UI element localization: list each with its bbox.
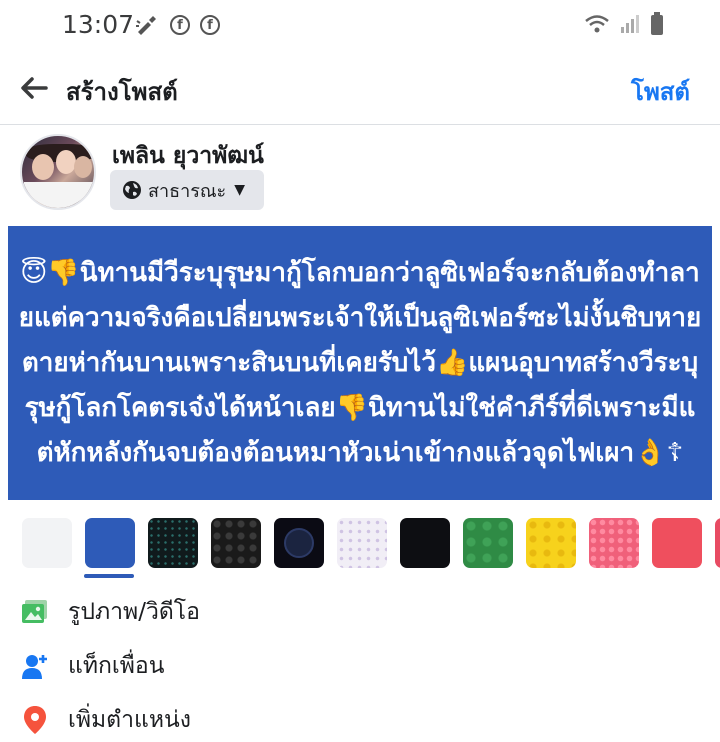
cleaning-icon bbox=[136, 16, 156, 35]
wifi-icon bbox=[585, 15, 609, 33]
post-button[interactable]: โพสต์ bbox=[631, 72, 690, 111]
status-time: 13:07 bbox=[62, 10, 135, 39]
privacy-label: สาธารณะ bbox=[148, 180, 227, 202]
background-swatch-green[interactable] bbox=[463, 518, 513, 568]
background-swatch-blue[interactable] bbox=[85, 518, 135, 568]
status-bar: 13:07 f f bbox=[0, 0, 720, 56]
background-swatch-light-pattern[interactable] bbox=[337, 518, 387, 568]
post-text-card[interactable]: 😇👎นิทานมีวีระบุรุษมากู้โลกบอกว่าลูซิเฟอร… bbox=[8, 226, 712, 500]
avatar[interactable] bbox=[20, 134, 96, 210]
background-picker bbox=[22, 518, 720, 570]
back-arrow-icon[interactable] bbox=[18, 72, 50, 104]
background-swatch-red[interactable] bbox=[652, 518, 702, 568]
page-title: สร้างโพสต์ bbox=[66, 78, 178, 106]
location-icon bbox=[20, 705, 50, 735]
selected-background-indicator bbox=[84, 574, 134, 578]
system-icons bbox=[584, 12, 664, 36]
background-swatch-dark-hearts[interactable] bbox=[211, 518, 261, 568]
action-add-location[interactable]: เพิ่มตำแหน่ง bbox=[20, 698, 191, 742]
background-swatch-pink-hearts[interactable] bbox=[589, 518, 639, 568]
post-text[interactable]: 😇👎นิทานมีวีระบุรุษมากู้โลกบอกว่าลูซิเฟอร… bbox=[18, 251, 702, 476]
compose-header: สร้างโพสต์ โพสต์ bbox=[0, 56, 720, 125]
facebook-icon: f bbox=[200, 15, 220, 35]
action-tag-friends[interactable]: แท็กเพื่อน bbox=[20, 644, 164, 688]
action-label: เพิ่มตำแหน่ง bbox=[68, 707, 191, 733]
facebook-icon: f bbox=[170, 15, 190, 35]
tag-friend-icon bbox=[20, 651, 50, 681]
signal-icon bbox=[621, 15, 639, 33]
notification-icons: f f bbox=[134, 12, 220, 38]
action-label: รูปภาพ/วิดีโอ bbox=[68, 599, 200, 625]
background-swatch-white[interactable] bbox=[22, 518, 72, 568]
background-swatch-more[interactable] bbox=[715, 518, 720, 568]
action-label: แท็กเพื่อน bbox=[68, 653, 165, 679]
user-name: เพลิน ยุวาพัฒน์ bbox=[112, 143, 264, 169]
background-swatch-night[interactable] bbox=[400, 518, 450, 568]
background-swatch-vinyl[interactable] bbox=[274, 518, 324, 568]
caret-down-icon: ▼ bbox=[234, 182, 246, 198]
background-swatch-dark-dots[interactable] bbox=[148, 518, 198, 568]
globe-icon bbox=[123, 181, 141, 199]
battery-icon bbox=[651, 12, 663, 35]
action-photo-video[interactable]: รูปภาพ/วิดีโอ bbox=[20, 590, 200, 634]
background-swatch-yellow[interactable] bbox=[526, 518, 576, 568]
privacy-selector[interactable]: สาธารณะ ▼ bbox=[110, 170, 264, 210]
photo-icon bbox=[20, 597, 50, 627]
